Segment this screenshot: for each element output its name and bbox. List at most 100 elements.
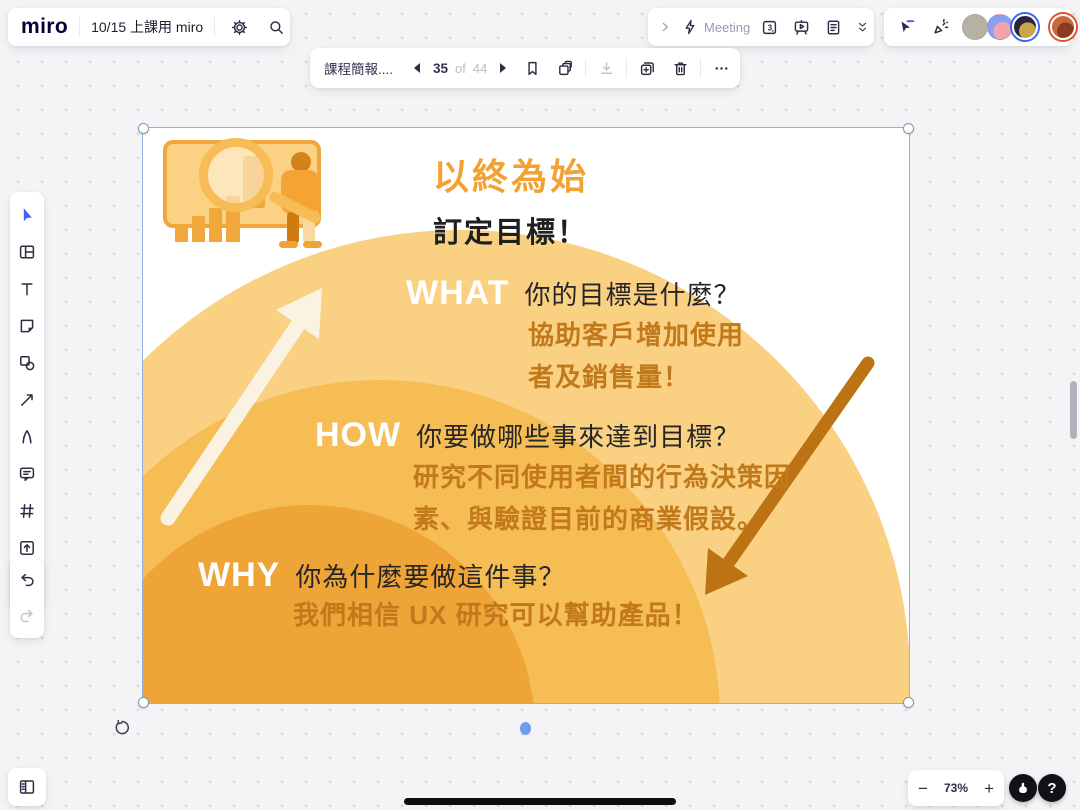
upload-icon xyxy=(17,538,37,558)
chart-analysis-illustration xyxy=(163,136,378,254)
pen-tool-button[interactable] xyxy=(14,424,40,450)
board-title[interactable]: 10/15 上課用 miro xyxy=(91,17,203,37)
meeting-label[interactable]: Meeting xyxy=(704,20,750,35)
side-panel-icon xyxy=(17,777,37,797)
divider xyxy=(585,58,586,78)
zoom-in-button[interactable]: + xyxy=(984,780,994,797)
help-button[interactable]: ? xyxy=(1038,774,1066,802)
calendar-icon: 3 xyxy=(760,18,779,37)
frame-name[interactable]: 課程簡報.... xyxy=(324,58,393,78)
current-page: 35 xyxy=(433,61,448,76)
avatar[interactable] xyxy=(1012,14,1038,40)
frame-hash-icon xyxy=(17,501,37,521)
meeting-toolbar: Meeting 3 xyxy=(648,8,874,46)
slide-subtitle: 訂定目標！ xyxy=(433,209,589,251)
present-button[interactable] xyxy=(788,14,814,40)
bookmark-button[interactable] xyxy=(519,55,545,81)
delete-button[interactable] xyxy=(667,55,693,81)
question-why: 你為什麼要做這件事？ xyxy=(295,557,565,594)
reactions-button[interactable] xyxy=(928,14,954,40)
avatar[interactable] xyxy=(987,14,1013,40)
cursor-icon xyxy=(17,205,37,225)
frames-overview-button[interactable] xyxy=(552,55,578,81)
templates-icon xyxy=(17,242,37,262)
of-label: of xyxy=(455,61,466,76)
section-how: HOW 你要做哪些事來達到目標？ xyxy=(315,416,740,455)
vertical-scrollbar[interactable] xyxy=(1070,381,1077,439)
avatar-self[interactable] xyxy=(1050,14,1076,40)
home-indicator xyxy=(404,798,676,805)
duplicate-button[interactable] xyxy=(634,55,660,81)
double-chevron-down-icon xyxy=(855,20,870,35)
zoom-level[interactable]: 73% xyxy=(944,781,968,795)
presentation-icon xyxy=(792,18,811,37)
agenda-button[interactable]: 3 xyxy=(756,14,782,40)
slide-frame[interactable]: 以終為始 訂定目標！ WHAT 你的目標是什麼？ 協助客戶增加使用 者及銷售量！… xyxy=(143,128,909,703)
arrow-icon xyxy=(17,390,37,410)
avatar[interactable] xyxy=(962,14,988,40)
bookmark-icon xyxy=(523,59,542,78)
frames-panel-button[interactable] xyxy=(8,768,46,806)
gear-icon xyxy=(230,18,249,37)
pointing-hand-icon xyxy=(1015,780,1031,796)
text-icon xyxy=(17,279,37,299)
redo-button[interactable] xyxy=(14,603,40,629)
document-icon xyxy=(824,18,843,37)
person-leg xyxy=(287,212,299,244)
question-what: 你的目標是什麼？ xyxy=(524,275,740,312)
next-frame-button[interactable] xyxy=(494,55,512,81)
zap-icon xyxy=(681,18,699,36)
magnifier-lens-icon xyxy=(199,138,273,212)
search-icon xyxy=(267,18,286,37)
shapes-icon xyxy=(17,353,37,373)
section-why: WHY 你為什麼要做這件事？ xyxy=(198,556,565,595)
notes-button[interactable] xyxy=(820,14,846,40)
frame-tool-button[interactable] xyxy=(14,498,40,524)
slide-heading: 以終為始 訂定目標！ xyxy=(433,148,589,251)
follow-mode-button[interactable] xyxy=(894,14,920,40)
templates-tool-button[interactable] xyxy=(14,239,40,265)
download-button[interactable] xyxy=(593,55,619,81)
select-tool-button[interactable] xyxy=(14,202,40,228)
miro-logo[interactable]: miro xyxy=(21,15,68,39)
text-tool-button[interactable] xyxy=(14,276,40,302)
sticky-note-tool-button[interactable] xyxy=(14,313,40,339)
reaction-pen-icon xyxy=(931,17,951,37)
presence-toolbar xyxy=(884,8,1072,46)
zoom-controls: − 73% + xyxy=(908,770,1004,806)
collapse-meeting-button[interactable] xyxy=(656,14,674,40)
keyword-what: WHAT xyxy=(406,274,509,313)
comment-tool-button[interactable] xyxy=(14,461,40,487)
selection-handle-sw[interactable] xyxy=(138,697,149,708)
selection-handle-se[interactable] xyxy=(903,697,914,708)
selection-handle-ne[interactable] xyxy=(903,123,914,134)
app-header: miro 10/15 上課用 miro xyxy=(8,8,290,46)
duplicate-icon xyxy=(638,59,657,78)
section-what: WHAT 你的目標是什麼？ xyxy=(406,274,740,313)
search-button[interactable] xyxy=(263,14,289,40)
pen-icon xyxy=(17,427,37,447)
zoom-out-button[interactable]: − xyxy=(918,780,928,797)
rotate-handle[interactable] xyxy=(112,718,132,738)
undo-button[interactable] xyxy=(14,567,40,593)
settings-button[interactable] xyxy=(226,14,252,40)
connector-tool-button[interactable] xyxy=(14,387,40,413)
more-options-button[interactable] xyxy=(708,55,734,81)
person-head xyxy=(291,152,311,172)
shapes-tool-button[interactable] xyxy=(14,350,40,376)
answer-how-line2: 素、與驗證目前的商業假設。 xyxy=(413,498,791,540)
question-mark-icon: ? xyxy=(1047,780,1056,797)
board-canvas[interactable]: 以終為始 訂定目標！ WHAT 你的目標是什麼？ 協助客戶增加使用 者及銷售量！… xyxy=(0,0,1080,810)
meeting-energy-button[interactable] xyxy=(680,14,700,40)
ellipsis-icon xyxy=(712,59,731,78)
prev-frame-button[interactable] xyxy=(408,55,426,81)
gestures-button[interactable] xyxy=(1009,774,1037,802)
keyword-why: WHY xyxy=(198,556,280,595)
undo-icon xyxy=(17,570,37,590)
collaborator-presence-dot xyxy=(520,722,531,735)
frame-toolbar: 課程簡報.... 35 of 44 xyxy=(310,48,740,88)
follow-cursor-icon xyxy=(897,17,917,37)
divider xyxy=(214,17,215,37)
selection-handle-nw[interactable] xyxy=(138,123,149,134)
more-meeting-tools-button[interactable] xyxy=(852,14,872,40)
